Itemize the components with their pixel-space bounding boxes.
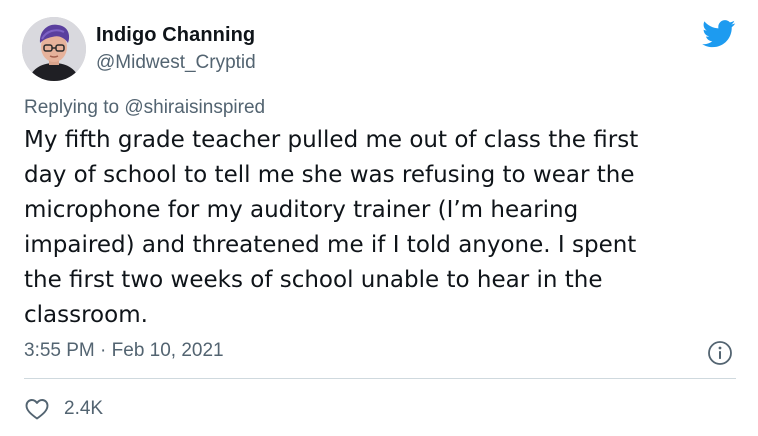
author-handle[interactable]: @Midwest_Cryptid <box>96 52 256 74</box>
divider <box>24 378 736 379</box>
tweet-text-line: classroom. <box>24 302 148 328</box>
info-icon[interactable] <box>707 340 733 366</box>
replying-prefix: Replying to <box>24 97 125 118</box>
replying-to-handle[interactable]: @shiraisinspired <box>124 97 265 118</box>
tweet-text-line: impaired) and threatened me if I told an… <box>24 232 637 258</box>
tweet-text-line: the first two weeks of school unable to … <box>24 267 603 293</box>
replying-to: Replying to @shiraisinspired <box>24 97 265 119</box>
heart-icon <box>25 399 49 420</box>
tweet-text: My fifth grade teacher pulled me out of … <box>24 123 744 333</box>
tweet-text-line: microphone for my auditory trainer (I’m … <box>24 197 579 223</box>
like-button[interactable]: 2.4K <box>24 395 103 423</box>
tweet-text-line: My fifth grade teacher pulled me out of … <box>24 127 639 153</box>
tweet-text-line: day of school to tell me she was refusin… <box>24 162 635 188</box>
tweet-timestamp[interactable]: 3:55 PM · Feb 10, 2021 <box>24 340 224 362</box>
author-name[interactable]: Indigo Channing <box>96 24 255 47</box>
twitter-bird-icon[interactable] <box>702 20 736 48</box>
like-count: 2.4K <box>64 398 104 419</box>
author-avatar[interactable] <box>22 17 86 81</box>
tweet-card: Indigo Channing @Midwest_Cryptid Replyin… <box>0 0 758 436</box>
avatar-image <box>22 17 86 81</box>
